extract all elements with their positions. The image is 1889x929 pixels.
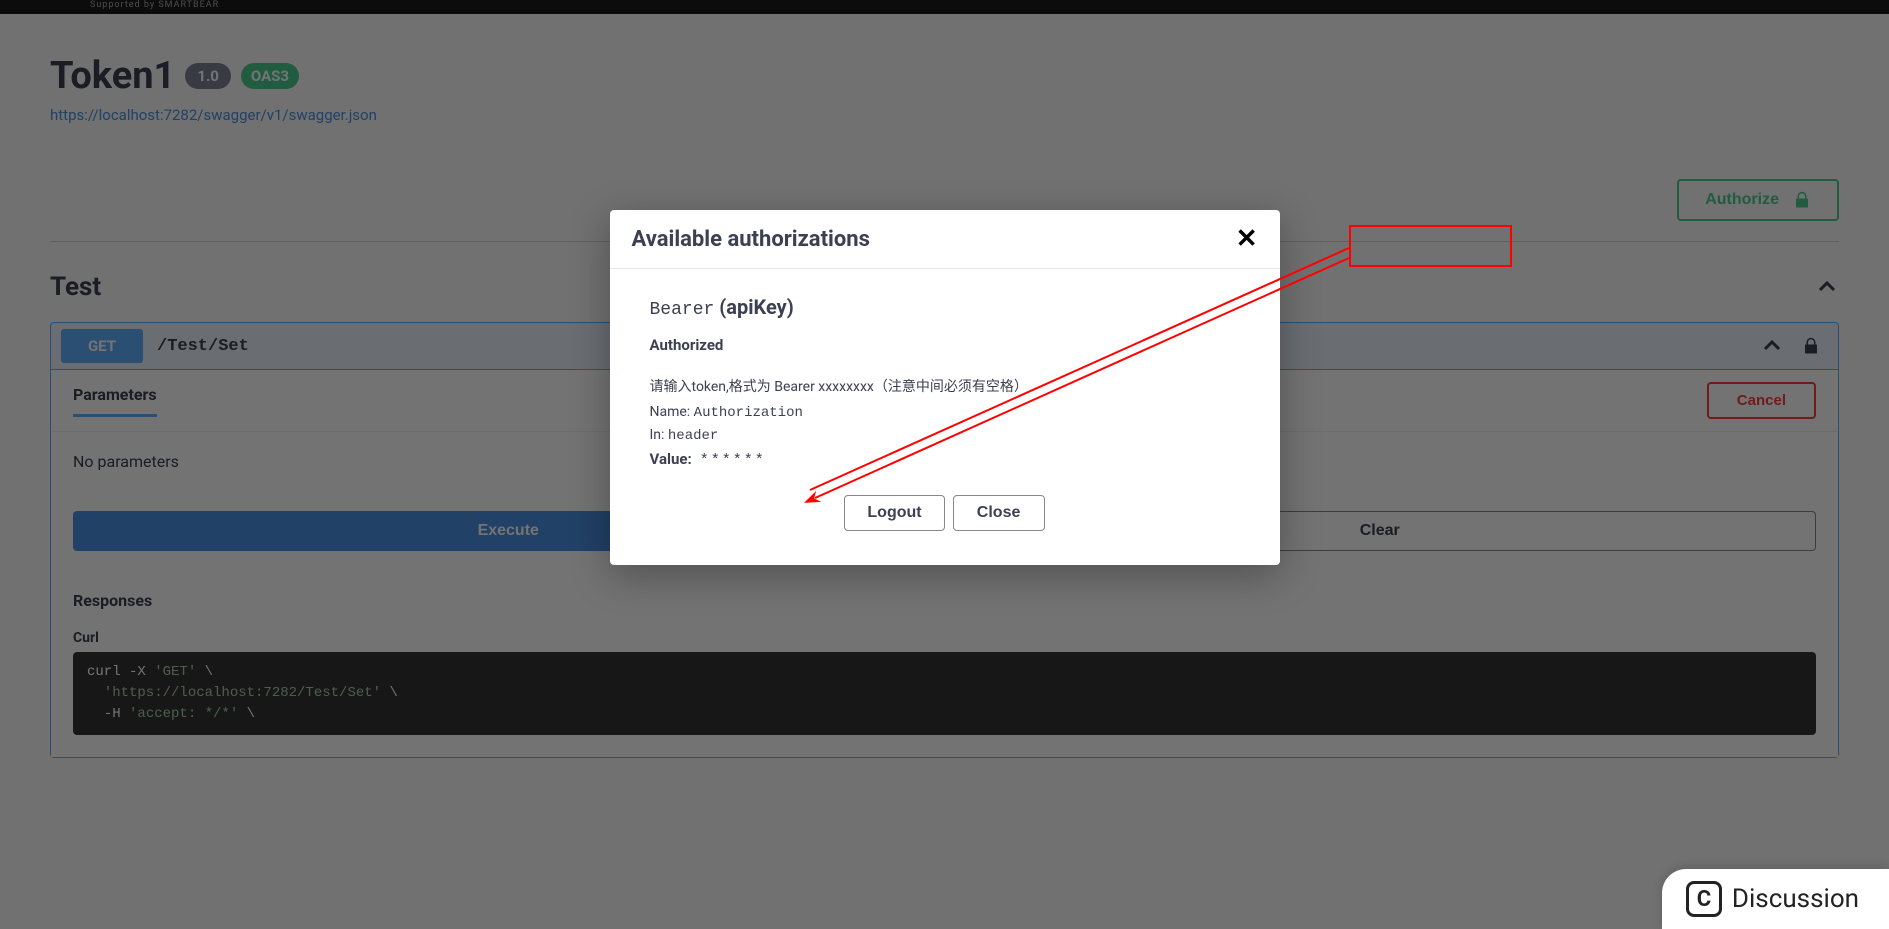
discussion-label: Discussion [1732, 884, 1859, 914]
auth-name-row: Name: Authorization [650, 404, 1240, 421]
auth-in-row: In: header [650, 427, 1240, 444]
scheme-name: Bearer (apiKey) [650, 295, 1240, 320]
logout-button[interactable]: Logout [844, 495, 944, 531]
discussion-chip[interactable]: C Discussion [1662, 869, 1889, 929]
modal-header: Available authorizations ✕ [610, 210, 1280, 269]
auth-name-value: Authorization [694, 405, 803, 421]
auth-in-label: In: [650, 427, 668, 443]
scheme-type: (apiKey) [714, 295, 793, 319]
auth-value-row: Value: ****** [650, 450, 1240, 469]
close-button[interactable]: Close [953, 495, 1045, 531]
modal-backdrop[interactable]: Available authorizations ✕ Bearer (apiKe… [0, 0, 1889, 929]
auth-status: Authorized [650, 336, 1240, 354]
close-icon[interactable]: ✕ [1236, 226, 1258, 252]
auth-description: 请输入token,格式为 Bearer xxxxxxxx（注意中间必须有空格） [650, 376, 1240, 396]
auth-modal: Available authorizations ✕ Bearer (apiKe… [610, 210, 1280, 565]
discussion-badge: C [1686, 881, 1722, 917]
auth-name-label: Name: [650, 404, 694, 420]
scheme-code: Bearer [650, 300, 715, 320]
modal-title: Available authorizations [632, 227, 870, 252]
auth-in-value: header [668, 428, 718, 444]
auth-value-masked: ****** [700, 452, 766, 469]
auth-value-label: Value: [650, 450, 692, 468]
modal-body: Bearer (apiKey) Authorized 请输入token,格式为 … [610, 269, 1280, 565]
